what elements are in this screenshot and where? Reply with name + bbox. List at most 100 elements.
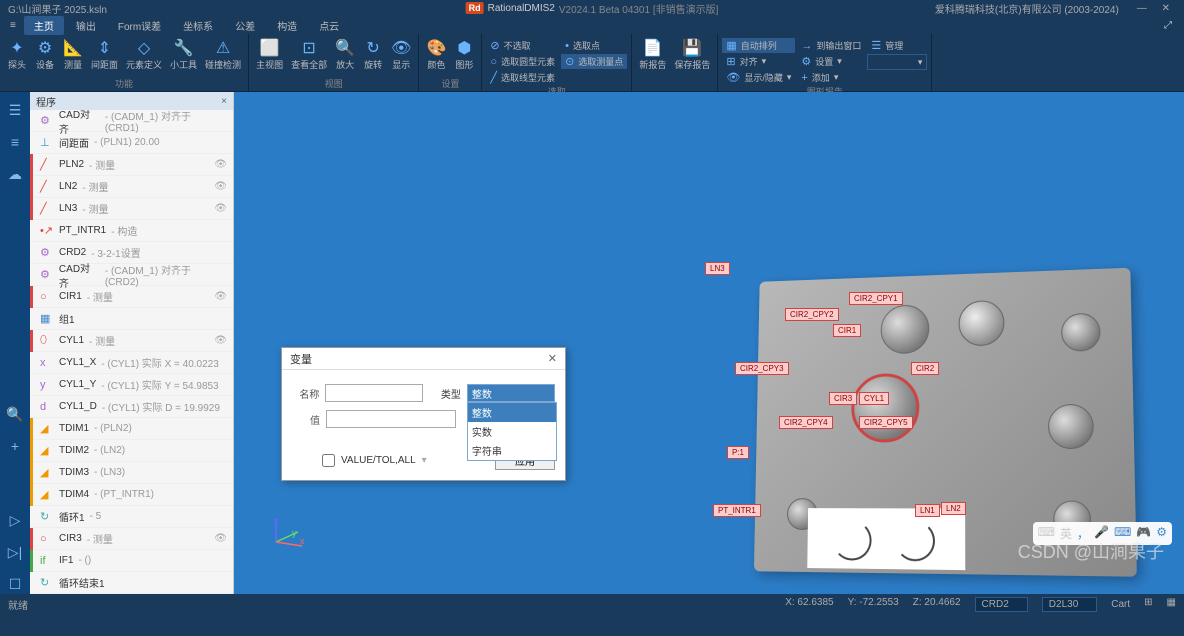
tree-item[interactable]: d CYL1_D - (CYL1) 实际 D = 19.9929 [30, 396, 233, 418]
showhide-option[interactable]: 👁显示/隐藏▾ [722, 70, 795, 85]
viewall-button[interactable]: ⊡查看全部 [288, 36, 330, 77]
tree-item[interactable]: ↻ 循环结束1 [30, 572, 233, 594]
tree-item[interactable]: ◢ TDIM1 - (PLN2) [30, 418, 233, 440]
d-select[interactable]: D2L30 [1042, 597, 1097, 612]
tree-item[interactable]: ◢ TDIM4 - (PT_INTR1) [30, 484, 233, 506]
tree-item[interactable]: ⚙ CAD对齐 - (CADM_1) 对齐于 (CRD2) [30, 264, 233, 286]
eye-icon[interactable]: 👁 [214, 181, 227, 192]
cart-label[interactable]: Cart [1111, 597, 1130, 612]
menu-home[interactable]: 主页 [24, 16, 64, 35]
tree-item[interactable]: ╱ PLN2 - 测量 👁 [30, 154, 233, 176]
gap-button[interactable]: ⇕间距面 [88, 36, 121, 77]
tag-cir2cpy2[interactable]: CIR2_CPY2 [785, 308, 839, 321]
tree-item[interactable]: ▦ 组1 [30, 308, 233, 330]
ime-mic-icon[interactable]: 🎤 [1094, 525, 1109, 542]
name-input[interactable] [325, 384, 423, 402]
type-dropdown-list[interactable]: 整数 实数 字符串 [467, 402, 557, 461]
eye-icon[interactable]: 👁 [214, 335, 227, 346]
ime-game-icon[interactable]: 🎮 [1136, 525, 1151, 542]
eye-icon[interactable]: 👁 [214, 533, 227, 544]
value-input[interactable] [326, 410, 456, 428]
ime-lang[interactable]: 英 [1060, 525, 1072, 542]
device-button[interactable]: ⚙设备 [32, 36, 58, 77]
menu-coord[interactable]: 坐标系 [173, 16, 223, 35]
lb-search-icon[interactable]: 🔍 [5, 404, 25, 424]
selectmeasure-option[interactable]: ⊙选取测量点 [561, 54, 627, 69]
manage-option[interactable]: ☰管理 [867, 38, 927, 53]
3d-viewport[interactable]: LN3 CIR2_CPY1 CIR2_CPY2 CIR1 CIR2_CPY3 C… [234, 92, 1184, 594]
tree-item[interactable]: if IF1 - () [30, 550, 233, 572]
tag-ln3[interactable]: LN3 [705, 262, 730, 275]
ime-punct[interactable]: ， [1077, 525, 1089, 542]
tree-item[interactable]: ⚙ CAD对齐 - (CADM_1) 对齐于 (CRD1) [30, 110, 233, 132]
eye-icon[interactable]: 👁 [214, 159, 227, 170]
crd-select[interactable]: CRD2 [975, 597, 1028, 612]
lb-add-icon[interactable]: + [5, 436, 25, 456]
measure-button[interactable]: 📐测量 [60, 36, 86, 77]
tree-item[interactable]: •↗ PT_INTR1 - 构造 [30, 220, 233, 242]
ime-settings-icon[interactable]: ⚙ [1156, 525, 1167, 542]
tag-p1[interactable]: P:1 [727, 446, 749, 459]
lb-list-icon[interactable]: ☰ [5, 100, 25, 120]
tree-item[interactable]: ○ CIR1 - 测量 👁 [30, 286, 233, 308]
program-tree[interactable]: ⚙ CAD对齐 - (CADM_1) 对齐于 (CRD1) ⊥ 间距面 - (P… [30, 110, 233, 594]
autoarrange-option[interactable]: ▦自动排列 [722, 38, 795, 53]
eye-icon[interactable]: 👁 [214, 291, 227, 302]
noselect-option[interactable]: ⊘不选取 [486, 38, 559, 53]
type-dropdown[interactable]: 整数 整数 实数 字符串 [467, 384, 555, 402]
menu-tolerance[interactable]: 公差 [225, 16, 265, 35]
mainview-button[interactable]: ⬜主视图 [253, 36, 286, 77]
tag-cir2cpy1[interactable]: CIR2_CPY1 [849, 292, 903, 305]
lb-lines-icon[interactable]: ≡ [5, 132, 25, 152]
tools-button[interactable]: 🔧小工具 [167, 36, 200, 77]
tree-item[interactable]: y CYL1_Y - (CYL1) 实际 Y = 54.9853 [30, 374, 233, 396]
hamburger-icon[interactable]: ≡ [4, 18, 22, 33]
tree-item[interactable]: x CYL1_X - (CYL1) 实际 X = 40.0223 [30, 352, 233, 374]
dock-icon[interactable]: ⤢ [1164, 20, 1180, 31]
ime-floatbar[interactable]: ⌨ 英 ， 🎤 ⌨ 🎮 ⚙ [1033, 522, 1172, 545]
newreport-button[interactable]: 📄新报告 [636, 36, 669, 90]
align-option[interactable]: ⊞对齐▾ [722, 54, 795, 69]
tag-ln2[interactable]: LN2 [941, 502, 966, 515]
close-button[interactable]: ✕ [1156, 3, 1176, 14]
status-icon2[interactable]: ▦ [1167, 597, 1176, 612]
tree-item[interactable]: ⬯ CYL1 - 测量 👁 [30, 330, 233, 352]
tag-cir3[interactable]: CIR3 [829, 392, 857, 405]
tree-item[interactable]: ╱ LN3 - 测量 👁 [30, 198, 233, 220]
menu-construct[interactable]: 构造 [267, 16, 307, 35]
selectcircle-option[interactable]: ○选取圆型元素 [486, 54, 559, 69]
tag-cir2cpy4[interactable]: CIR2_CPY4 [779, 416, 833, 429]
tag-cir2[interactable]: CIR2 [911, 362, 939, 375]
tag-cir2cpy3[interactable]: CIR2_CPY3 [735, 362, 789, 375]
selectline-option[interactable]: ╱选取线型元素 [486, 70, 559, 85]
type-option-real[interactable]: 实数 [468, 422, 556, 441]
collision-button[interactable]: ⚠碰撞检测 [202, 36, 244, 77]
menu-pointcloud[interactable]: 点云 [309, 16, 349, 35]
menu-output[interactable]: 输出 [66, 16, 106, 35]
type-option-int[interactable]: 整数 [468, 403, 556, 422]
tag-cyl1[interactable]: CYL1 [859, 392, 889, 405]
lb-step-icon[interactable]: ▷| [5, 542, 25, 562]
display-button[interactable]: 👁显示 [388, 36, 414, 77]
dialog-close-icon[interactable]: ✕ [548, 352, 557, 365]
probe-button[interactable]: ✦探头 [4, 36, 30, 77]
tree-item[interactable]: ╱ LN2 - 测量 👁 [30, 176, 233, 198]
type-option-string[interactable]: 字符串 [468, 441, 556, 460]
expand-option[interactable]: ▾ [867, 54, 927, 70]
tag-cir2cpy5[interactable]: CIR2_CPY5 [859, 416, 913, 429]
rotate-button[interactable]: ↻旋转 [360, 36, 386, 77]
tree-item[interactable]: ◢ TDIM3 - (LN3) [30, 462, 233, 484]
eye-icon[interactable]: 👁 [214, 203, 227, 214]
lb-cloud-icon[interactable]: ☁ [5, 164, 25, 184]
tree-item[interactable]: ○ CIR3 - 测量 👁 [30, 528, 233, 550]
selectpoint-option[interactable]: •选取点 [561, 38, 627, 53]
valuetol-checkbox[interactable] [322, 454, 335, 467]
ime-kbd-icon[interactable]: ⌨ [1114, 525, 1131, 542]
ime-switch[interactable]: ⌨ [1038, 525, 1055, 542]
status-icon1[interactable]: ⊞ [1144, 597, 1152, 612]
color-button[interactable]: 🎨颜色 [423, 36, 449, 77]
panel-close-icon[interactable]: × [221, 96, 227, 107]
element-button[interactable]: ◇元素定义 [123, 36, 165, 77]
lb-play-icon[interactable]: ▷ [5, 510, 25, 530]
add-option[interactable]: +添加▾ [797, 70, 865, 85]
